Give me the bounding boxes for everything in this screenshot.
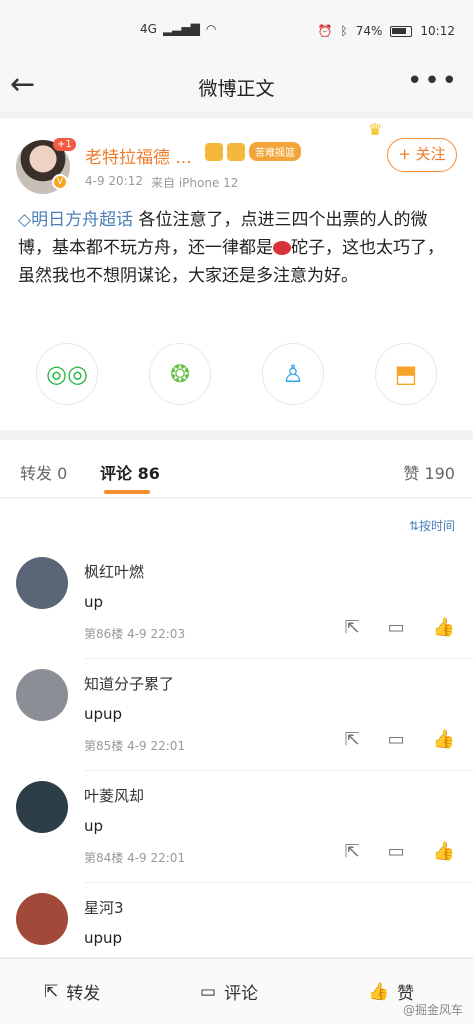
crown-icon: ♛	[368, 120, 383, 139]
comment-meta: 第84楼 4-9 22:01	[84, 851, 186, 865]
comment-icon: ▭	[200, 981, 217, 1002]
battery-percent: 74%	[355, 24, 383, 38]
tab-underline	[104, 490, 150, 494]
signal-icon: ▂▃▅▇	[162, 22, 200, 36]
share-icon[interactable]: ⇱	[344, 729, 359, 750]
status-bar: 4G ▂▃▅▇ ◠ ⏰ ᛒ 74% 10:12	[0, 0, 473, 62]
comment-author[interactable]: 枫红叶燃	[84, 561, 144, 582]
fan-badge: 苦难摇篮	[249, 142, 301, 161]
share-icon[interactable]: ⇱	[344, 841, 359, 862]
comment-author[interactable]: 叶菱风却	[84, 785, 144, 806]
reply-icon[interactable]: ▭	[388, 729, 405, 750]
comment-item: 知道分子累了 upup 第85楼 4-9 22:01 ⇱ ▭ 👍	[0, 659, 473, 771]
comment-label: 评论	[224, 984, 259, 1004]
author-name[interactable]: 老特拉福德 ...	[85, 143, 192, 168]
page-title: 微博正文	[198, 78, 275, 100]
comment-actions: ⇱ ▭ 👍	[344, 841, 455, 862]
status-right: ⏰ ᛒ 74% 10:12	[318, 24, 455, 38]
verified-icon: V	[52, 174, 68, 190]
tab-like[interactable]: 赞 190	[403, 460, 455, 484]
post-source: 来自 iPhone 12	[151, 176, 239, 190]
level-badge-icon	[227, 142, 245, 161]
wifi-icon: ◠	[205, 22, 217, 36]
network-label: 4G	[140, 22, 157, 36]
wechat-share-icon[interactable]: ◎◎	[36, 343, 98, 405]
topic-label: 明日方舟超话	[31, 210, 134, 230]
comment-list: ⇅按时间 枫红叶燃 up 第86楼 4-9 22:03 ⇱ ▭ 👍 知道分子累了…	[0, 499, 473, 957]
like-icon[interactable]: 👍	[433, 841, 455, 862]
moments-share-icon[interactable]: ❂	[149, 343, 211, 405]
comment-button[interactable]: ▭ 评论	[200, 979, 259, 1005]
save-image-icon[interactable]: ⬒	[375, 343, 437, 405]
comment-author[interactable]: 星河3	[84, 897, 124, 918]
thumbs-up-icon: 👍	[368, 981, 390, 1002]
comment-text: upup	[84, 705, 123, 723]
comment-meta: 第85楼 4-9 22:01	[84, 739, 186, 753]
comment-text: up	[84, 817, 104, 835]
follow-button[interactable]: + 关注	[387, 138, 457, 172]
like-icon[interactable]: 👍	[433, 617, 455, 638]
comment-text: up	[84, 593, 104, 611]
comment-item: 枫红叶燃 up 第86楼 4-9 22:03 ⇱ ▭ 👍	[0, 547, 473, 659]
bluetooth-icon: ᛒ	[340, 24, 348, 38]
clock: 10:12	[420, 24, 455, 38]
qq-share-icon[interactable]: ♙	[262, 343, 324, 405]
reply-icon[interactable]: ▭	[388, 617, 405, 638]
comment-author[interactable]: 知道分子累了	[84, 673, 174, 694]
comment-avatar[interactable]	[16, 893, 68, 945]
comment-avatar[interactable]	[16, 781, 68, 833]
share-icon[interactable]: ⇱	[344, 617, 359, 638]
plus-badge: +1	[53, 138, 76, 151]
comment-meta: 第86楼 4-9 22:03	[84, 627, 186, 641]
reply-icon[interactable]: ▭	[388, 841, 405, 862]
user-badges: 苦难摇篮	[205, 142, 301, 161]
comment-avatar[interactable]	[16, 669, 68, 721]
more-options-icon[interactable]: •••	[407, 66, 459, 96]
comment-actions: ⇱ ▭ 👍	[344, 729, 455, 750]
alarm-icon: ⏰	[317, 24, 333, 38]
like-icon[interactable]: 👍	[433, 729, 455, 750]
comment-item: 叶菱风却 up 第84楼 4-9 22:01 ⇱ ▭ 👍	[0, 771, 473, 883]
repost-label: 转发	[66, 984, 101, 1004]
watermark: @掘金风车	[402, 1003, 463, 1017]
tabs: 转发 0 评论 86 赞 190	[0, 440, 473, 498]
battery-icon	[390, 25, 413, 37]
tab-repost[interactable]: 转发 0	[20, 460, 67, 484]
comment-text: upup	[84, 929, 123, 947]
signal-indicators: 4G ▂▃▅▇ ◠	[140, 22, 216, 36]
member-badge-icon	[205, 142, 223, 161]
post-meta: 4-9 20:12 来自 iPhone 12	[85, 174, 238, 191]
post-date: 4-9 20:12	[85, 174, 143, 188]
sort-button[interactable]: ⇅按时间	[409, 517, 455, 534]
topic-link[interactable]: ◇明日方舟超话	[18, 210, 133, 230]
share-row: ◎◎ ❂ ♙ ⬒	[0, 343, 473, 413]
comment-actions: ⇱ ▭ 👍	[344, 617, 455, 638]
emoji-icon	[273, 241, 291, 255]
bottom-bar: ⇱ 转发 ▭ 评论 👍 赞 @掘金风车	[0, 958, 473, 1024]
comment-avatar[interactable]	[16, 557, 68, 609]
repost-button[interactable]: ⇱ 转发	[44, 979, 101, 1005]
post-text: ◇明日方舟超话 各位注意了，点进三四个出票的人的微博，基本都不玩方舟，还一律都是…	[18, 206, 458, 290]
comment-item: 星河3 upup	[0, 883, 473, 957]
nav-bar: ← 微博正文 •••	[0, 62, 473, 112]
tab-comment[interactable]: 评论 86	[100, 460, 160, 484]
sort-label: 按时间	[418, 519, 455, 533]
post-card: +1 V 老特拉福德 ... 苦难摇篮 ♛ + 关注 4-9 20:12 来自 …	[0, 118, 473, 430]
repost-icon: ⇱	[44, 981, 59, 1002]
